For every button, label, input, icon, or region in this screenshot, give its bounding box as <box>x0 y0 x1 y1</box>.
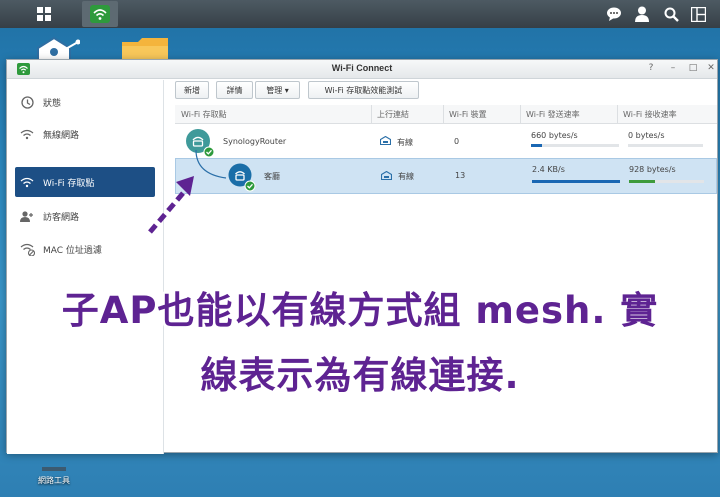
user-icon <box>635 6 649 22</box>
window-title: Wi-Fi Connect <box>331 63 393 73</box>
main-menu-button[interactable] <box>26 1 62 27</box>
widgets-button[interactable] <box>688 4 708 24</box>
sidebar-item-wifi-ap[interactable]: Wi-Fi 存取點 <box>15 167 155 197</box>
caption-line-2: 線表示為有線連接. <box>200 354 520 397</box>
sidebar-item-label: 無線網路 <box>43 130 80 141</box>
sidebar-item-label: MAC 位址過濾 <box>43 245 102 256</box>
ap-name: SynologyRouter <box>223 137 287 146</box>
caption-line-1: 子AP也能以有線方式組 mesh. 實 <box>61 289 659 332</box>
sidebar-item-guest[interactable]: 訪客網路 <box>15 201 155 231</box>
column-header[interactable]: Wi-Fi 裝置 <box>449 109 487 120</box>
manage-dropdown-button[interactable]: 管理 ▾ <box>255 81 300 99</box>
column-divider <box>371 105 372 124</box>
network-tools-desktop-icon[interactable]: 網路工具 <box>20 456 88 486</box>
user-button[interactable] <box>632 4 652 24</box>
column-divider <box>443 105 444 124</box>
sidebar-item-mac-filter[interactable]: MAC 位址過濾 <box>15 234 155 264</box>
uplink-value: 有線 <box>397 138 413 147</box>
tx-rate-bar-fill <box>531 144 542 147</box>
wifi-icon <box>19 126 35 142</box>
wired-icon <box>380 136 391 145</box>
tx-rate: 2.4 KB/s <box>532 165 565 174</box>
search-button[interactable] <box>661 4 681 24</box>
router-icon <box>228 163 256 192</box>
folder-icon <box>122 38 168 60</box>
wifi-connect-taskbar-button[interactable] <box>82 1 118 27</box>
tx-rate-bar-fill <box>532 180 620 183</box>
wifi-icon <box>90 5 110 23</box>
grid-icon <box>37 7 51 21</box>
column-header[interactable]: 上行連結 <box>377 109 409 120</box>
close-button[interactable]: ✕ <box>705 63 717 73</box>
uplink-value: 有線 <box>398 172 414 181</box>
guest-icon <box>19 208 35 224</box>
network-tools-icon <box>42 467 66 471</box>
grid-header: Wi-Fi 存取點 上行連結 Wi-Fi 裝置 Wi-Fi 發送速率 Wi-Fi… <box>175 105 717 124</box>
sidebar-item-wireless[interactable]: 無線網路 <box>15 119 155 149</box>
network-icon <box>37 36 81 60</box>
ap-name: 客廳 <box>264 172 280 181</box>
desktop-icon-label: 網路工具 <box>38 476 70 485</box>
wired-icon <box>381 171 392 180</box>
table-row[interactable]: 客廳 有線 13 2.4 KB/s 928 bytes/s <box>175 158 717 194</box>
chat-icon <box>607 7 621 21</box>
status-icon <box>19 94 35 110</box>
chat-button[interactable] <box>604 4 624 24</box>
rx-rate: 928 bytes/s <box>629 165 676 174</box>
sidebar-item-status[interactable]: 狀態 <box>15 87 155 117</box>
rx-rate-bar-fill <box>629 180 655 183</box>
search-icon <box>664 7 679 22</box>
wifi-ap-icon <box>19 174 35 190</box>
window-titlebar[interactable]: Wi-Fi Connect ? – □ ✕ <box>7 60 717 79</box>
tx-rate-bar <box>531 144 619 147</box>
minimize-button[interactable]: – <box>667 63 679 73</box>
column-header[interactable]: Wi-Fi 接收速率 <box>623 109 677 120</box>
column-divider <box>520 105 521 124</box>
annotation-arrow <box>148 176 194 234</box>
rx-rate-bar <box>628 144 703 147</box>
taskbar <box>0 0 720 28</box>
column-header[interactable]: Wi-Fi 發送速率 <box>526 109 580 120</box>
add-button[interactable]: 新增 <box>175 81 209 99</box>
tx-rate: 660 bytes/s <box>531 131 578 140</box>
sidebar-item-label: 狀態 <box>43 98 62 109</box>
device-count: 0 <box>454 137 460 146</box>
mac-filter-icon <box>19 241 35 257</box>
performance-test-button[interactable]: Wi-Fi 存取點效能測試 <box>308 81 419 99</box>
sidebar-item-label: 訪客網路 <box>43 212 80 223</box>
help-button[interactable]: ? <box>645 63 657 73</box>
sidebar-item-label: Wi-Fi 存取點 <box>43 178 95 189</box>
column-header[interactable]: Wi-Fi 存取點 <box>181 109 227 120</box>
maximize-button[interactable]: □ <box>687 63 699 73</box>
windows-icon <box>690 6 706 22</box>
device-count: 13 <box>455 171 466 180</box>
rx-rate: 0 bytes/s <box>628 131 665 140</box>
details-button[interactable]: 詳情 <box>216 81 253 99</box>
column-divider <box>617 105 618 124</box>
table-row[interactable]: SynologyRouter 有線 0 660 bytes/s 0 bytes/… <box>175 124 717 158</box>
